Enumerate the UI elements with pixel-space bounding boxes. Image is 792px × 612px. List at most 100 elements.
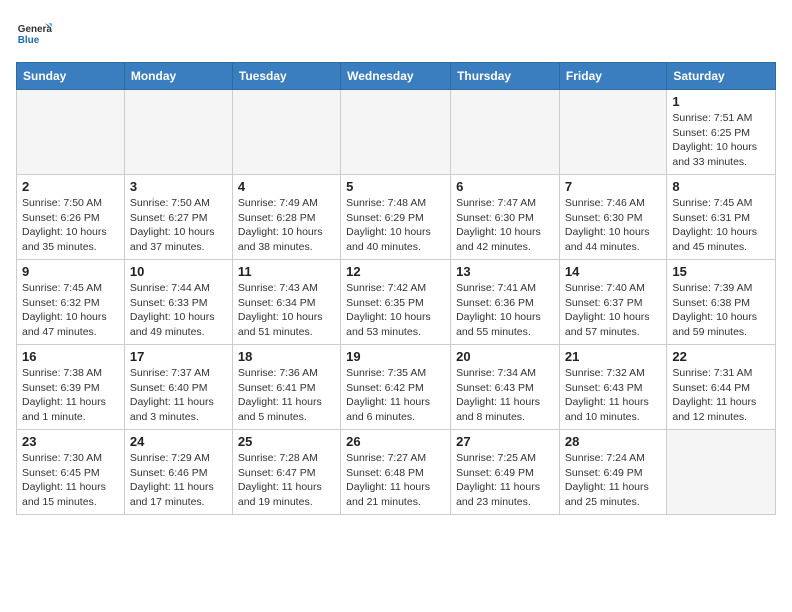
day-info: Sunrise: 7:38 AM Sunset: 6:39 PM Dayligh… bbox=[22, 366, 119, 425]
day-cell: 15 Sunrise: 7:39 AM Sunset: 6:38 PM Dayli… bbox=[667, 260, 776, 345]
day-info: Sunrise: 7:47 AM Sunset: 6:30 PM Dayligh… bbox=[456, 196, 554, 255]
day-cell: 5 Sunrise: 7:48 AM Sunset: 6:29 PM Daylig… bbox=[341, 175, 451, 260]
svg-text:Blue: Blue bbox=[18, 35, 40, 46]
day-cell: 12 Sunrise: 7:42 AM Sunset: 6:35 PM Dayli… bbox=[341, 260, 451, 345]
day-info: Sunrise: 7:45 AM Sunset: 6:31 PM Dayligh… bbox=[672, 196, 770, 255]
day-cell: 11 Sunrise: 7:43 AM Sunset: 6:34 PM Dayli… bbox=[232, 260, 340, 345]
day-cell bbox=[17, 90, 125, 175]
col-header-tuesday: Tuesday bbox=[232, 63, 340, 90]
day-cell: 2Sunrise: 7:50 AM Sunset: 6:26 PM Daylig… bbox=[17, 175, 125, 260]
day-info: Sunrise: 7:27 AM Sunset: 6:48 PM Dayligh… bbox=[346, 451, 445, 510]
day-cell: 18 Sunrise: 7:36 AM Sunset: 6:41 PM Dayli… bbox=[232, 345, 340, 430]
day-info: Sunrise: 7:32 AM Sunset: 6:43 PM Dayligh… bbox=[565, 366, 661, 425]
col-header-sunday: Sunday bbox=[17, 63, 125, 90]
day-number: 12 bbox=[346, 264, 445, 279]
week-row-5: 23Sunrise: 7:30 AM Sunset: 6:45 PM Dayli… bbox=[17, 430, 776, 515]
day-info: Sunrise: 7:39 AM Sunset: 6:38 PM Dayligh… bbox=[672, 281, 770, 340]
day-info: Sunrise: 7:24 AM Sunset: 6:49 PM Dayligh… bbox=[565, 451, 661, 510]
day-number: 26 bbox=[346, 434, 445, 449]
day-cell bbox=[559, 90, 666, 175]
day-number: 25 bbox=[238, 434, 335, 449]
svg-text:General: General bbox=[18, 24, 52, 35]
day-info: Sunrise: 7:44 AM Sunset: 6:33 PM Dayligh… bbox=[130, 281, 227, 340]
day-number: 19 bbox=[346, 349, 445, 364]
day-cell: 24 Sunrise: 7:29 AM Sunset: 6:46 PM Dayli… bbox=[124, 430, 232, 515]
week-row-4: 16 Sunrise: 7:38 AM Sunset: 6:39 PM Dayli… bbox=[17, 345, 776, 430]
day-cell: 10 Sunrise: 7:44 AM Sunset: 6:33 PM Dayli… bbox=[124, 260, 232, 345]
logo: General Blue bbox=[16, 16, 52, 52]
calendar-header-row: SundayMondayTuesdayWednesdayThursdayFrid… bbox=[17, 63, 776, 90]
day-info: Sunrise: 7:45 AM Sunset: 6:32 PM Dayligh… bbox=[22, 281, 119, 340]
day-number: 5 bbox=[346, 179, 445, 194]
day-cell: 3 Sunrise: 7:50 AM Sunset: 6:27 PM Daylig… bbox=[124, 175, 232, 260]
day-number: 1 bbox=[672, 94, 770, 109]
day-number: 17 bbox=[130, 349, 227, 364]
day-info: Sunrise: 7:28 AM Sunset: 6:47 PM Dayligh… bbox=[238, 451, 335, 510]
col-header-saturday: Saturday bbox=[667, 63, 776, 90]
day-number: 16 bbox=[22, 349, 119, 364]
col-header-friday: Friday bbox=[559, 63, 666, 90]
day-number: 3 bbox=[130, 179, 227, 194]
col-header-monday: Monday bbox=[124, 63, 232, 90]
day-info: Sunrise: 7:43 AM Sunset: 6:34 PM Dayligh… bbox=[238, 281, 335, 340]
day-info: Sunrise: 7:42 AM Sunset: 6:35 PM Dayligh… bbox=[346, 281, 445, 340]
day-cell: 26 Sunrise: 7:27 AM Sunset: 6:48 PM Dayli… bbox=[341, 430, 451, 515]
day-info: Sunrise: 7:46 AM Sunset: 6:30 PM Dayligh… bbox=[565, 196, 661, 255]
col-header-thursday: Thursday bbox=[451, 63, 560, 90]
day-number: 22 bbox=[672, 349, 770, 364]
day-cell bbox=[341, 90, 451, 175]
day-number: 10 bbox=[130, 264, 227, 279]
day-cell: 21 Sunrise: 7:32 AM Sunset: 6:43 PM Dayli… bbox=[559, 345, 666, 430]
day-info: Sunrise: 7:29 AM Sunset: 6:46 PM Dayligh… bbox=[130, 451, 227, 510]
day-number: 11 bbox=[238, 264, 335, 279]
calendar: SundayMondayTuesdayWednesdayThursdayFrid… bbox=[16, 62, 776, 515]
day-number: 18 bbox=[238, 349, 335, 364]
day-number: 13 bbox=[456, 264, 554, 279]
day-info: Sunrise: 7:30 AM Sunset: 6:45 PM Dayligh… bbox=[22, 451, 119, 510]
day-cell: 17 Sunrise: 7:37 AM Sunset: 6:40 PM Dayli… bbox=[124, 345, 232, 430]
day-number: 20 bbox=[456, 349, 554, 364]
day-number: 8 bbox=[672, 179, 770, 194]
day-cell: 4 Sunrise: 7:49 AM Sunset: 6:28 PM Daylig… bbox=[232, 175, 340, 260]
day-info: Sunrise: 7:25 AM Sunset: 6:49 PM Dayligh… bbox=[456, 451, 554, 510]
day-cell bbox=[124, 90, 232, 175]
day-number: 21 bbox=[565, 349, 661, 364]
day-cell: 13 Sunrise: 7:41 AM Sunset: 6:36 PM Dayli… bbox=[451, 260, 560, 345]
day-number: 15 bbox=[672, 264, 770, 279]
day-cell: 6 Sunrise: 7:47 AM Sunset: 6:30 PM Daylig… bbox=[451, 175, 560, 260]
day-cell: 14Sunrise: 7:40 AM Sunset: 6:37 PM Dayli… bbox=[559, 260, 666, 345]
day-info: Sunrise: 7:51 AM Sunset: 6:25 PM Dayligh… bbox=[672, 111, 770, 170]
day-number: 7 bbox=[565, 179, 661, 194]
day-info: Sunrise: 7:50 AM Sunset: 6:27 PM Dayligh… bbox=[130, 196, 227, 255]
day-info: Sunrise: 7:49 AM Sunset: 6:28 PM Dayligh… bbox=[238, 196, 335, 255]
day-cell: 22Sunrise: 7:31 AM Sunset: 6:44 PM Dayli… bbox=[667, 345, 776, 430]
day-cell: 9 Sunrise: 7:45 AM Sunset: 6:32 PM Daylig… bbox=[17, 260, 125, 345]
day-number: 4 bbox=[238, 179, 335, 194]
day-info: Sunrise: 7:37 AM Sunset: 6:40 PM Dayligh… bbox=[130, 366, 227, 425]
day-number: 6 bbox=[456, 179, 554, 194]
day-cell bbox=[451, 90, 560, 175]
week-row-2: 2Sunrise: 7:50 AM Sunset: 6:26 PM Daylig… bbox=[17, 175, 776, 260]
week-row-3: 9 Sunrise: 7:45 AM Sunset: 6:32 PM Daylig… bbox=[17, 260, 776, 345]
header: General Blue bbox=[16, 16, 776, 52]
day-info: Sunrise: 7:48 AM Sunset: 6:29 PM Dayligh… bbox=[346, 196, 445, 255]
day-cell: 19Sunrise: 7:35 AM Sunset: 6:42 PM Dayli… bbox=[341, 345, 451, 430]
day-number: 28 bbox=[565, 434, 661, 449]
day-number: 14 bbox=[565, 264, 661, 279]
col-header-wednesday: Wednesday bbox=[341, 63, 451, 90]
logo-icon: General Blue bbox=[16, 16, 52, 52]
day-cell bbox=[232, 90, 340, 175]
day-info: Sunrise: 7:34 AM Sunset: 6:43 PM Dayligh… bbox=[456, 366, 554, 425]
day-info: Sunrise: 7:36 AM Sunset: 6:41 PM Dayligh… bbox=[238, 366, 335, 425]
day-number: 2 bbox=[22, 179, 119, 194]
day-number: 27 bbox=[456, 434, 554, 449]
day-number: 9 bbox=[22, 264, 119, 279]
day-cell: 7 Sunrise: 7:46 AM Sunset: 6:30 PM Daylig… bbox=[559, 175, 666, 260]
day-cell: 1 Sunrise: 7:51 AM Sunset: 6:25 PM Daylig… bbox=[667, 90, 776, 175]
day-number: 24 bbox=[130, 434, 227, 449]
day-cell: 28 Sunrise: 7:24 AM Sunset: 6:49 PM Dayli… bbox=[559, 430, 666, 515]
day-info: Sunrise: 7:41 AM Sunset: 6:36 PM Dayligh… bbox=[456, 281, 554, 340]
day-cell: 20 Sunrise: 7:34 AM Sunset: 6:43 PM Dayli… bbox=[451, 345, 560, 430]
day-cell bbox=[667, 430, 776, 515]
day-cell: 16 Sunrise: 7:38 AM Sunset: 6:39 PM Dayli… bbox=[17, 345, 125, 430]
